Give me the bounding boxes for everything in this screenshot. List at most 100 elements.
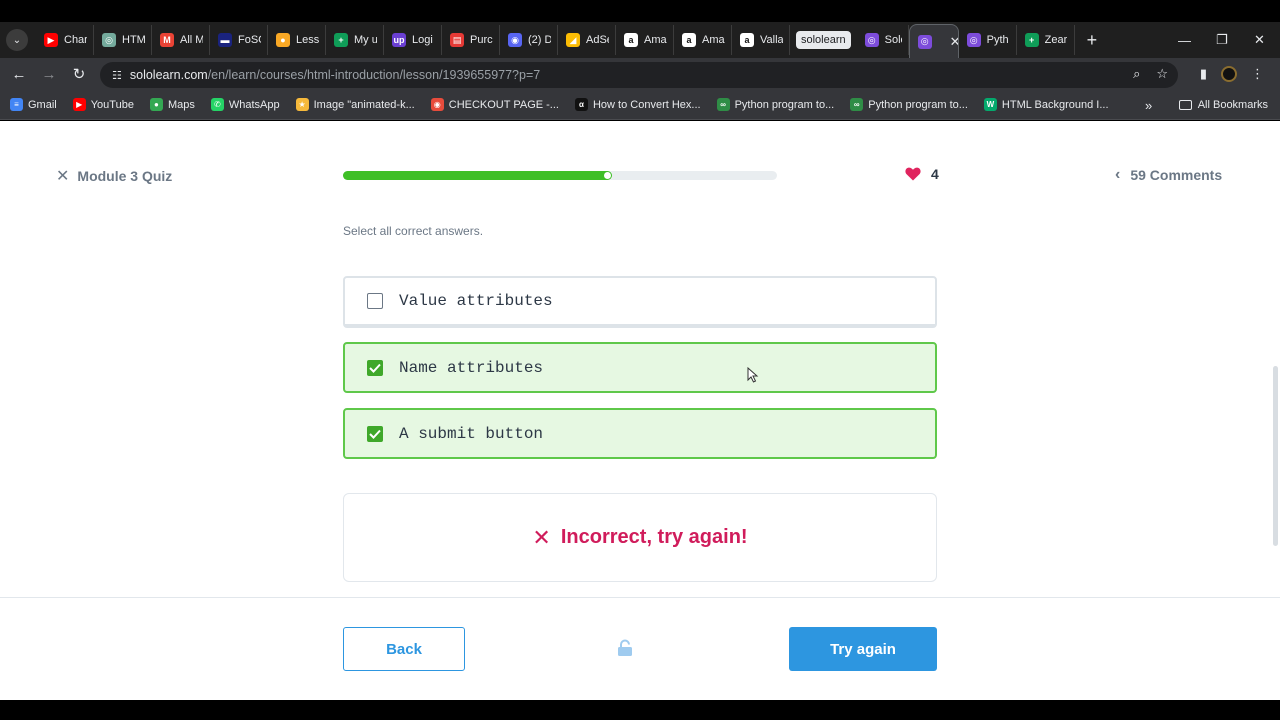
page-scrollbar[interactable] bbox=[1273, 366, 1278, 546]
new-tab-icon[interactable]: + bbox=[1087, 30, 1098, 51]
browser-tab[interactable]: ● Less bbox=[268, 25, 326, 55]
tab-title: Char bbox=[64, 34, 87, 46]
toolbar-right: ▮ ⋮ bbox=[1200, 58, 1280, 90]
all-bookmarks-label: All Bookmarks bbox=[1197, 99, 1268, 111]
answer-option-name-attributes[interactable]: Name attributes bbox=[343, 342, 937, 393]
bookmark-item[interactable]: ≡ Gmail bbox=[10, 98, 57, 111]
bookmark-item[interactable]: ∞ Python program to... bbox=[716, 98, 835, 111]
tab-close-icon[interactable]: ✕ bbox=[950, 34, 958, 50]
try-again-button[interactable]: Try again bbox=[789, 627, 937, 671]
active-browser-tab[interactable]: ◎✕ bbox=[908, 24, 959, 58]
bookmark-label: WhatsApp bbox=[228, 98, 280, 111]
answer-option-value-attributes[interactable]: Value attributes bbox=[343, 276, 937, 328]
feedback-panel: ✕ Incorrect, try again! bbox=[343, 493, 937, 582]
browser-tab[interactable]: ◢ AdSe bbox=[558, 25, 616, 55]
menu-kebab-icon[interactable]: ⋮ bbox=[1251, 66, 1264, 82]
back-button[interactable]: Back bbox=[343, 627, 465, 671]
browser-tab[interactable]: + Zear bbox=[1017, 25, 1075, 55]
back-arrow-icon[interactable]: ← bbox=[4, 66, 34, 83]
hearts-counter: 4 bbox=[905, 166, 939, 182]
amazon-icon: a bbox=[740, 33, 754, 47]
close-window-icon[interactable]: ✕ bbox=[1254, 22, 1265, 58]
side-panel-icon[interactable]: ▮ bbox=[1200, 66, 1207, 82]
whatsapp-icon: ✆ bbox=[210, 98, 224, 111]
hearts-count: 4 bbox=[931, 166, 939, 182]
reload-icon[interactable]: ↻ bbox=[64, 65, 94, 83]
checkbox-checked-icon[interactable] bbox=[367, 359, 383, 376]
feedback-message: Incorrect, try again! bbox=[560, 526, 748, 548]
answer-option-submit-button[interactable]: A submit button bbox=[343, 408, 937, 459]
browser-tab[interactable]: ◉ (2) D bbox=[500, 25, 558, 55]
browser-tab[interactable]: ◎ Pyth bbox=[959, 25, 1017, 55]
bookmark-label: Python program to... bbox=[734, 98, 835, 111]
browser-tab[interactable]: a Valla bbox=[732, 25, 790, 55]
sheets-icon: + bbox=[1024, 33, 1039, 47]
purchase-icon: ▤ bbox=[450, 33, 464, 47]
bookmark-label: YouTube bbox=[90, 98, 134, 111]
zoom-icon[interactable]: ⌕ bbox=[1133, 66, 1140, 82]
all-bookmarks[interactable]: All Bookmarks bbox=[1178, 90, 1268, 120]
bookmark-item[interactable]: ✆ WhatsApp bbox=[210, 98, 280, 111]
tab-title: Solo bbox=[884, 34, 902, 46]
browser-tab[interactable]: a Ama bbox=[674, 25, 732, 55]
browser-tab[interactable]: up Logi bbox=[384, 25, 442, 55]
w3-icon: W bbox=[983, 98, 997, 111]
checkbox-checked-icon[interactable] bbox=[367, 425, 383, 442]
bookmark-item[interactable]: W HTML Background I... bbox=[983, 98, 1109, 111]
browser-tab[interactable]: ◎ Solo bbox=[857, 25, 909, 55]
restore-icon[interactable]: ❐ bbox=[1216, 22, 1228, 58]
gmail-icon: M bbox=[160, 33, 174, 47]
adsense-icon: ◢ bbox=[566, 33, 580, 47]
maps-icon: ● bbox=[149, 98, 163, 111]
minimize-icon[interactable]: — bbox=[1178, 22, 1191, 58]
bookmark-list: ≡ Gmail ▶ YouTube ● Maps ✆ WhatsApp ★ Image "anim… bbox=[0, 98, 1115, 111]
url-host: sololearn.com bbox=[129, 68, 208, 82]
close-icon: ✕ bbox=[56, 168, 70, 185]
bookmarks-overflow-icon[interactable]: » bbox=[1145, 90, 1152, 120]
site-info-icon[interactable]: ☷ bbox=[112, 69, 122, 82]
youtube-icon: ▶ bbox=[72, 98, 86, 111]
browser-tabbar: ⌄ ▶ Char ◎ HTM M All M ▬ FoSC ● Less + My u up Logi ▤ P… bbox=[0, 0, 1280, 58]
browser-tab[interactable]: ▶ Char bbox=[36, 25, 94, 55]
tab-title: My u bbox=[354, 34, 377, 46]
forward-arrow-icon[interactable]: → bbox=[34, 66, 64, 83]
omnibox-actions: ⌕ ☆ bbox=[1133, 66, 1168, 82]
profile-avatar[interactable] bbox=[1221, 66, 1237, 82]
tab-title: All M bbox=[180, 34, 203, 46]
bookmark-item[interactable]: ◉ CHECKOUT PAGE -... bbox=[430, 98, 559, 111]
bookmark-item[interactable]: α How to Convert Hex... bbox=[574, 98, 701, 111]
tab-title: AdSe bbox=[586, 34, 609, 46]
comments-button[interactable]: ‹ 59 Comments bbox=[1115, 166, 1222, 184]
tab-search-icon[interactable]: ⌄ bbox=[6, 29, 28, 51]
tab-title: Valla bbox=[760, 34, 783, 46]
checkbox-unchecked-icon[interactable] bbox=[367, 293, 383, 309]
lock-icon bbox=[618, 639, 632, 656]
url-text: sololearn.com/en/learn/courses/html-intr… bbox=[130, 68, 540, 82]
quiz-close-button[interactable]: ✕ Module 3 Quiz bbox=[56, 166, 172, 186]
youtube-icon: ▶ bbox=[44, 33, 58, 47]
browser-tab[interactable]: ▬ FoSC bbox=[210, 25, 268, 55]
quiz-instruction: Select all correct answers. bbox=[343, 224, 484, 238]
address-bar[interactable]: ☷ sololearn.com/en/learn/courses/html-in… bbox=[100, 62, 1178, 88]
browser-tab[interactable]: M All M bbox=[152, 25, 210, 55]
star-icon: ★ bbox=[295, 98, 309, 111]
browser-tab[interactable]: ◎ HTM bbox=[94, 25, 152, 55]
sheets-icon: + bbox=[334, 33, 348, 47]
browser-tab[interactable]: a Ama bbox=[616, 25, 674, 55]
bookmark-label: Python program to... bbox=[868, 98, 968, 111]
tab-title: HTM bbox=[122, 34, 145, 46]
bookmark-item[interactable]: ● Maps bbox=[149, 98, 195, 111]
bookmark-item[interactable]: ★ Image "animated-k... bbox=[295, 98, 415, 111]
bookmark-label: How to Convert Hex... bbox=[592, 98, 701, 111]
screen-bottom-bar bbox=[0, 700, 1280, 720]
browser-tab[interactable]: ▤ Purc bbox=[442, 25, 500, 55]
bookmark-item[interactable]: ▶ YouTube bbox=[72, 98, 134, 111]
sololearn-icon: ◎ bbox=[864, 33, 879, 47]
bookmark-label: Maps bbox=[167, 98, 195, 111]
bookmark-item[interactable]: ∞ Python program to... bbox=[850, 98, 968, 111]
footer-divider bbox=[0, 597, 1280, 598]
browser-tab[interactable]: + My u bbox=[326, 25, 384, 55]
gfg-icon: ∞ bbox=[850, 98, 864, 111]
tab-title: (2) D bbox=[528, 34, 551, 46]
bookmark-star-icon[interactable]: ☆ bbox=[1156, 66, 1168, 82]
